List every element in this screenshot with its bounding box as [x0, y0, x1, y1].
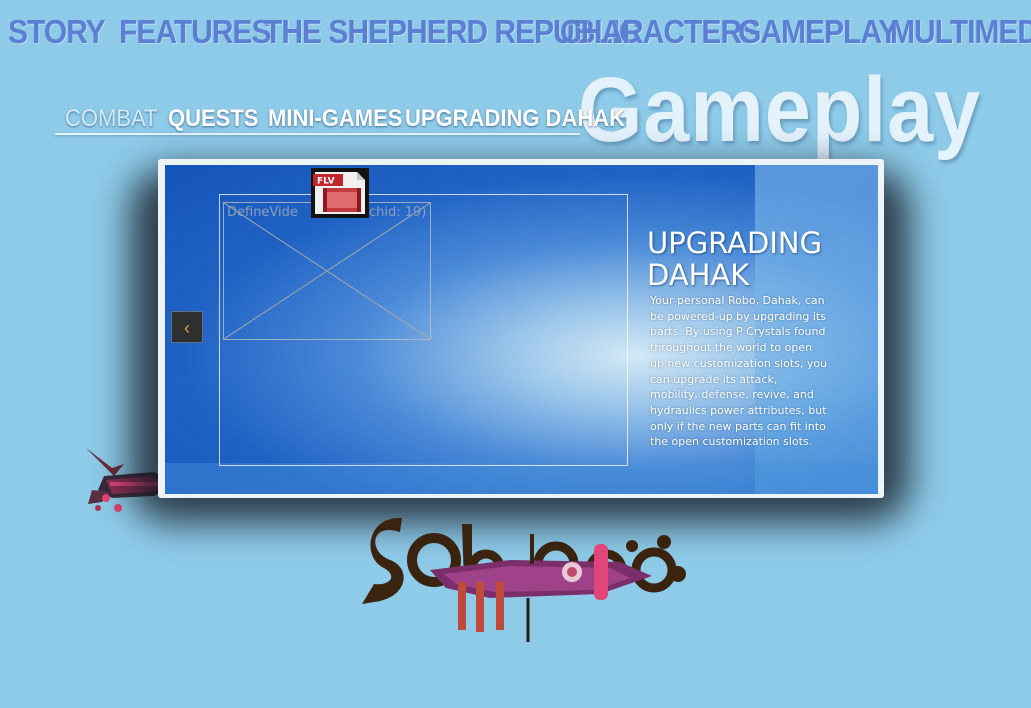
placeholder-label-chid: (chid: 19)	[363, 205, 427, 220]
game-logo-image	[362, 517, 686, 642]
main-nav: STORY FEATURES THE SHEPHERD REPUBLIC CHA…	[0, 14, 1031, 58]
info-title-line-2: DAHAK	[647, 258, 750, 292]
subnav-combat[interactable]: COMBAT	[65, 104, 157, 133]
section-title: Gameplay	[578, 59, 982, 161]
nav-gameplay[interactable]: GAMEPLAY	[738, 14, 898, 52]
missing-video-placeholder	[223, 202, 431, 340]
subnav-quests[interactable]: QUESTS	[168, 104, 258, 133]
info-description: Your personal Robo, Dahak, can be powere…	[650, 294, 828, 449]
info-title-line-1: UPGRADING	[647, 226, 823, 260]
nav-features[interactable]: FEATURES	[119, 14, 271, 52]
flv-file-icon: FLV	[311, 168, 369, 218]
game-logo	[360, 512, 690, 647]
subnav-upgrading-dahak[interactable]: UPGRADING DAHAK	[405, 104, 625, 133]
nav-multimedia[interactable]: MULTIMEDIA	[890, 14, 1031, 52]
nav-characters[interactable]: CHARACTERS	[560, 14, 761, 52]
panel-bottom-strip	[165, 463, 878, 494]
placeholder-label-name: DefineVide	[227, 205, 298, 220]
subnav-underline	[55, 133, 580, 135]
subnav-mini-games[interactable]: MINI-GAMES	[268, 104, 402, 133]
sub-nav: COMBAT QUESTS MINI-GAMES UPGRADING DAHAK	[55, 104, 625, 136]
previous-arrow-button[interactable]: ‹	[171, 311, 203, 343]
nav-story[interactable]: STORY	[8, 14, 106, 52]
info-title: UPGRADING DAHAK	[647, 227, 867, 291]
placeholder-cross-icon	[224, 203, 430, 339]
flv-label: FLV	[317, 177, 335, 187]
